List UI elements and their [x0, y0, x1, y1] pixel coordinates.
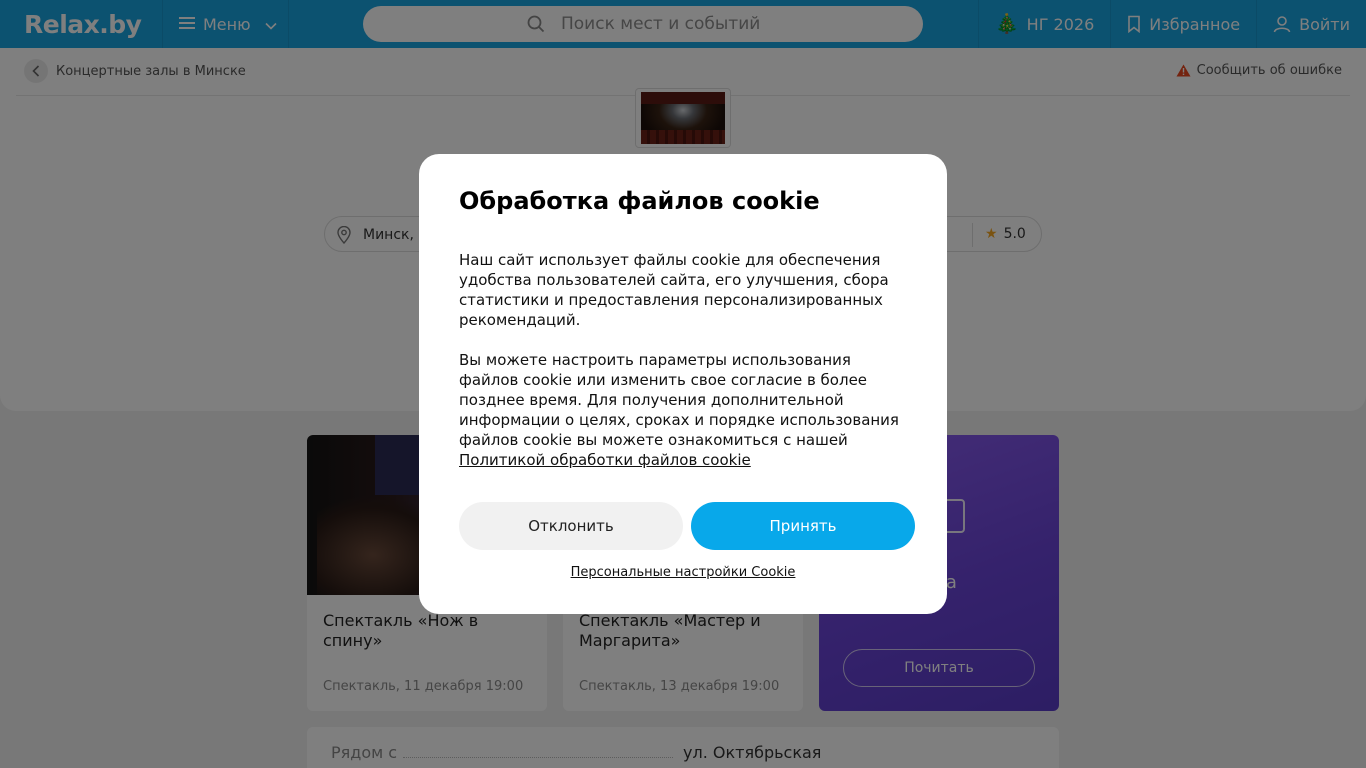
cookie-policy-link[interactable]: Политикой обработки файлов cookie: [459, 451, 751, 469]
cookie-dialog: Обработка файлов cookie Наш сайт использ…: [419, 154, 947, 614]
cookie-text-2: Вы можете настроить параметры использова…: [459, 350, 907, 470]
cookie-text-1: Наш сайт использует файлы cookie для обе…: [459, 251, 889, 329]
accept-button[interactable]: Принять: [691, 502, 915, 550]
cookie-settings-link[interactable]: Персональные настройки Cookie: [419, 565, 947, 580]
modal-overlay: Обработка файлов cookie Наш сайт использ…: [0, 0, 1366, 768]
cookie-buttons: Отклонить Принять: [459, 502, 915, 550]
cookie-text-2-body: Вы можете настроить параметры использова…: [459, 351, 899, 449]
cookie-title: Обработка файлов cookie: [459, 187, 820, 215]
decline-button[interactable]: Отклонить: [459, 502, 683, 550]
